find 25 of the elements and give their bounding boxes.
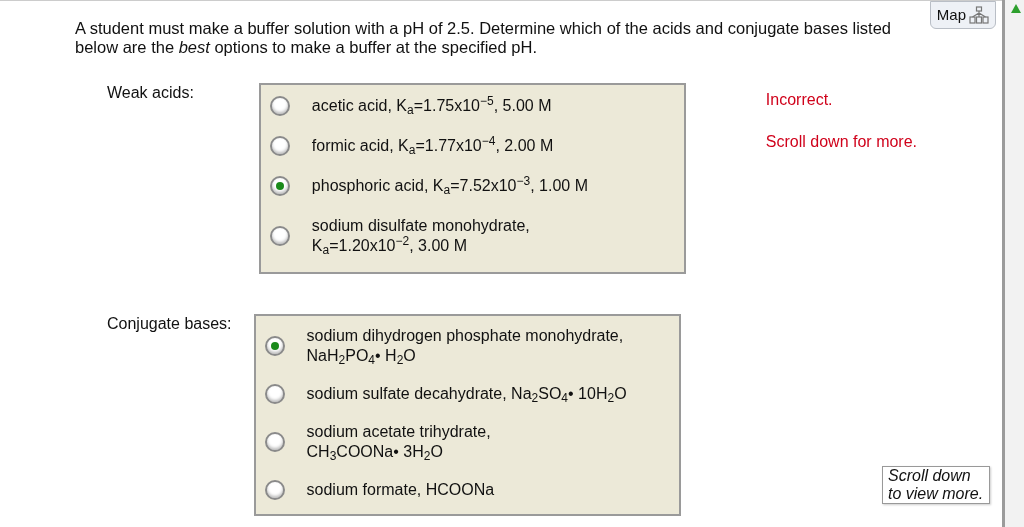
radio-button[interactable] <box>269 226 290 246</box>
up-arrow-icon[interactable] <box>1011 4 1021 13</box>
map-tab[interactable]: Map <box>929 1 996 29</box>
question-text: A student must make a buffer solution with a pH of 2.5. Determine which of the acids and conjugate bases listed below are the best options to make a buffer at the specified pH. <box>75 18 892 57</box>
option-label: sodium formate, HCOONa <box>306 480 495 500</box>
radio-button[interactable] <box>269 96 290 116</box>
option-label: phosphoric acid, K$_{a}$=7.52x10$^{−3}$, 1.00 M <box>311 176 588 196</box>
group-label: Conjugate bases: <box>107 314 232 334</box>
option-label: formic acid, K$_{a}$=1.77x10$^{−4}$, 2.00 M <box>311 136 554 156</box>
option-label: sodium disulfate monohydrate, K$_{a}$=1.20x10$^{−2}$, 3.00 M <box>311 216 530 256</box>
radio-button[interactable] <box>269 176 290 196</box>
scroll-hint: Scroll down to view more. <box>882 466 990 504</box>
option-label: acetic acid, K$_{a}$=1.75x10$^{−5}$, 5.00 M <box>311 96 552 116</box>
radio-button[interactable] <box>269 136 290 156</box>
radio-button[interactable] <box>264 480 285 500</box>
group-label: Weak acids: <box>107 83 194 103</box>
radio-button[interactable] <box>264 336 285 356</box>
feedback-text: Incorrect. <box>765 90 834 110</box>
option-label: sodium acetate trihydrate, CH$_{3}$COONa• 3H$_{2}$O <box>306 422 491 462</box>
radio-button[interactable] <box>264 384 285 404</box>
radio-button[interactable] <box>264 432 285 452</box>
option-label: sodium dihydrogen phosphate monohydrate, NaH$_{2}$PO$_{4}$• H$_{2}$O <box>306 326 624 366</box>
option-label: sodium sulfate decahydrate, Na$_{2}$SO$_{4}$• 10H$_{2}$O <box>306 384 627 404</box>
sitemap-icon <box>969 6 989 24</box>
feedback-text: Scroll down for more. <box>765 132 918 152</box>
